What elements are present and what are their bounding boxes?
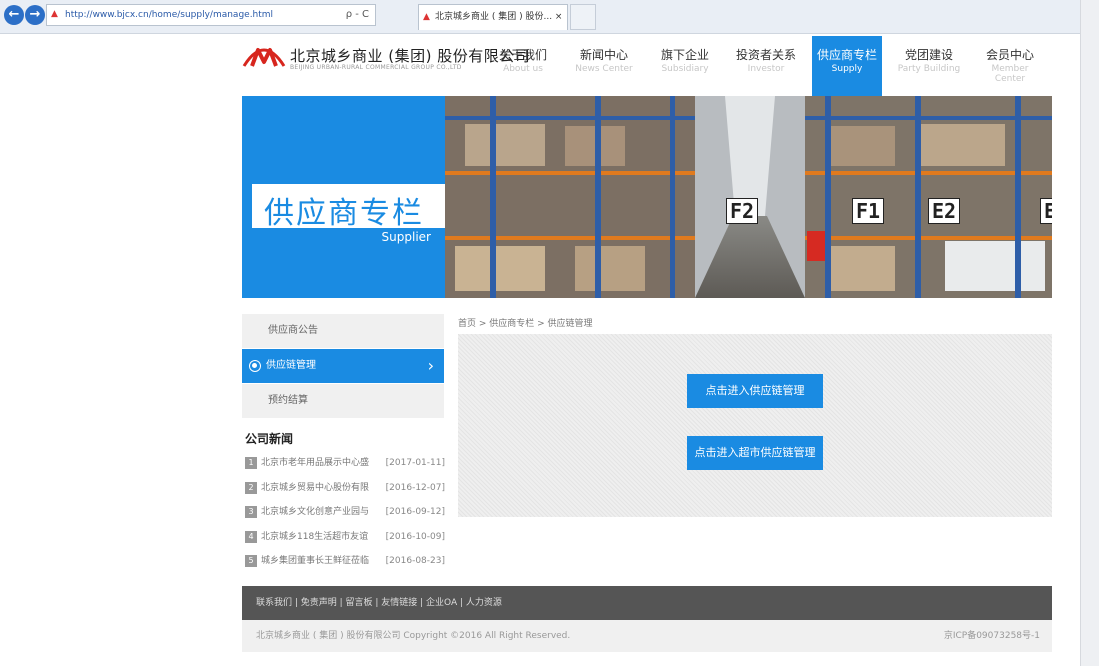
company-name-en: BEIJING URBAN-RURAL COMMERCIAL GROUP CO.… [290, 64, 462, 71]
news-item[interactable]: 4 北京城乡118生活超市友谊 [2016-10-09] [245, 531, 445, 545]
nav-item-member[interactable]: 会员中心 Member Center [975, 36, 1045, 96]
footer-copyright-bar: 北京城乡商业 ( 集团 ) 股份有限公司 Copyright ©2016 All… [242, 620, 1052, 652]
sidebar-item-label: 供应商公告 [268, 325, 318, 336]
nav-item-party[interactable]: 党团建设 Party Building [894, 36, 964, 96]
address-url: http://www.bjcx.cn/home/supply/manage.ht… [65, 10, 274, 20]
warehouse-photo [445, 96, 1052, 298]
site-favicon-icon: ▲ [51, 9, 58, 19]
address-bar[interactable]: ▲ http://www.bjcx.cn/home/supply/manage.… [46, 4, 376, 26]
banner-title-box: 供应商专栏 [252, 184, 445, 231]
news-item[interactable]: 1 北京市老年用品展示中心盛 [2017-01-11] [245, 457, 445, 471]
forward-arrow-icon[interactable]: → [25, 5, 45, 25]
aisle-label: F2 [726, 198, 759, 224]
browser-tab[interactable]: ▲ 北京城乡商业 ( 集团 ) 股份... × [418, 4, 568, 30]
copyright-text: 北京城乡商业 ( 集团 ) 股份有限公司 Copyright ©2016 All… [256, 631, 571, 641]
site-footer: 联系我们 | 免责声明 | 留言板 | 友情链接 | 企业OA | 人力资源 北… [242, 586, 1052, 652]
sidebar-item-supplier-notice[interactable]: 供应商公告 [242, 314, 444, 348]
breadcrumb[interactable]: 首页 > 供应商专栏 > 供应链管理 [458, 316, 593, 329]
supplier-banner: 供应商专栏 Supplier F2 F1 E2 E [242, 96, 1052, 298]
sidebar-item-supply-chain[interactable]: 供应链管理 › [242, 349, 444, 383]
aisle-label: F1 [852, 198, 885, 224]
news-heading: 公司新闻 [245, 432, 294, 446]
site-header: 北京城乡商业 (集团) 股份有限公司 BEIJING URBAN-RURAL C… [242, 36, 1052, 96]
search-refresh-icon[interactable]: ρ - C [346, 5, 369, 25]
back-arrow-icon[interactable]: ← [4, 5, 24, 25]
nav-item-news[interactable]: 新闻中心 News Center [569, 36, 639, 96]
sidebar: 供应商公告 供应链管理 › 预约结算 [242, 314, 444, 419]
nav-item-about[interactable]: 关于我们 About us [488, 36, 558, 96]
news-item[interactable]: 3 北京城乡文化创意产业园与 [2016-09-12] [245, 506, 445, 520]
banner-subtitle: Supplier [381, 230, 431, 244]
chevron-right-icon: › [427, 356, 434, 375]
new-tab-button[interactable] [570, 4, 596, 30]
company-logo-icon[interactable] [242, 40, 286, 70]
radio-dot-icon [249, 360, 261, 372]
page-scrollbar[interactable] [1080, 0, 1099, 666]
nav-item-investor[interactable]: 投资者关系 Investor [731, 36, 801, 96]
sidebar-item-settlement[interactable]: 预约结算 [242, 384, 444, 418]
banner-title-panel: 供应商专栏 Supplier [242, 96, 445, 298]
sidebar-item-label: 预约结算 [268, 395, 308, 406]
sidebar-item-label: 供应链管理 [266, 360, 316, 371]
enter-supply-chain-button[interactable]: 点击进入供应链管理 [687, 374, 823, 408]
aisle-label: E1 [1040, 198, 1052, 224]
content-panel: 点击进入供应链管理 点击进入超市供应链管理 [458, 334, 1052, 517]
banner-title: 供应商专栏 [264, 196, 424, 231]
enter-supermarket-supply-chain-button[interactable]: 点击进入超市供应链管理 [687, 436, 823, 470]
tab-title: 北京城乡商业 ( 集团 ) 股份... × [435, 12, 563, 22]
news-item[interactable]: 2 北京城乡贸易中心股份有限 [2016-12-07] [245, 482, 445, 496]
nav-item-subsidiary[interactable]: 旗下企业 Subsidiary [650, 36, 720, 96]
news-item[interactable]: 5 城乡集团董事长王鲜征莅临 [2016-08-23] [245, 555, 445, 569]
footer-links[interactable]: 联系我们 | 免责声明 | 留言板 | 友情链接 | 企业OA | 人力资源 [242, 586, 1052, 620]
tab-favicon-icon: ▲ [423, 12, 430, 22]
aisle-label: E2 [928, 198, 961, 224]
nav-item-supply[interactable]: 供应商专栏 Supply [812, 36, 882, 96]
browser-toolbar: ← → ▲ http://www.bjcx.cn/home/supply/man… [0, 0, 1080, 34]
icp-license[interactable]: 京ICP备09073258号-1 [944, 620, 1040, 652]
